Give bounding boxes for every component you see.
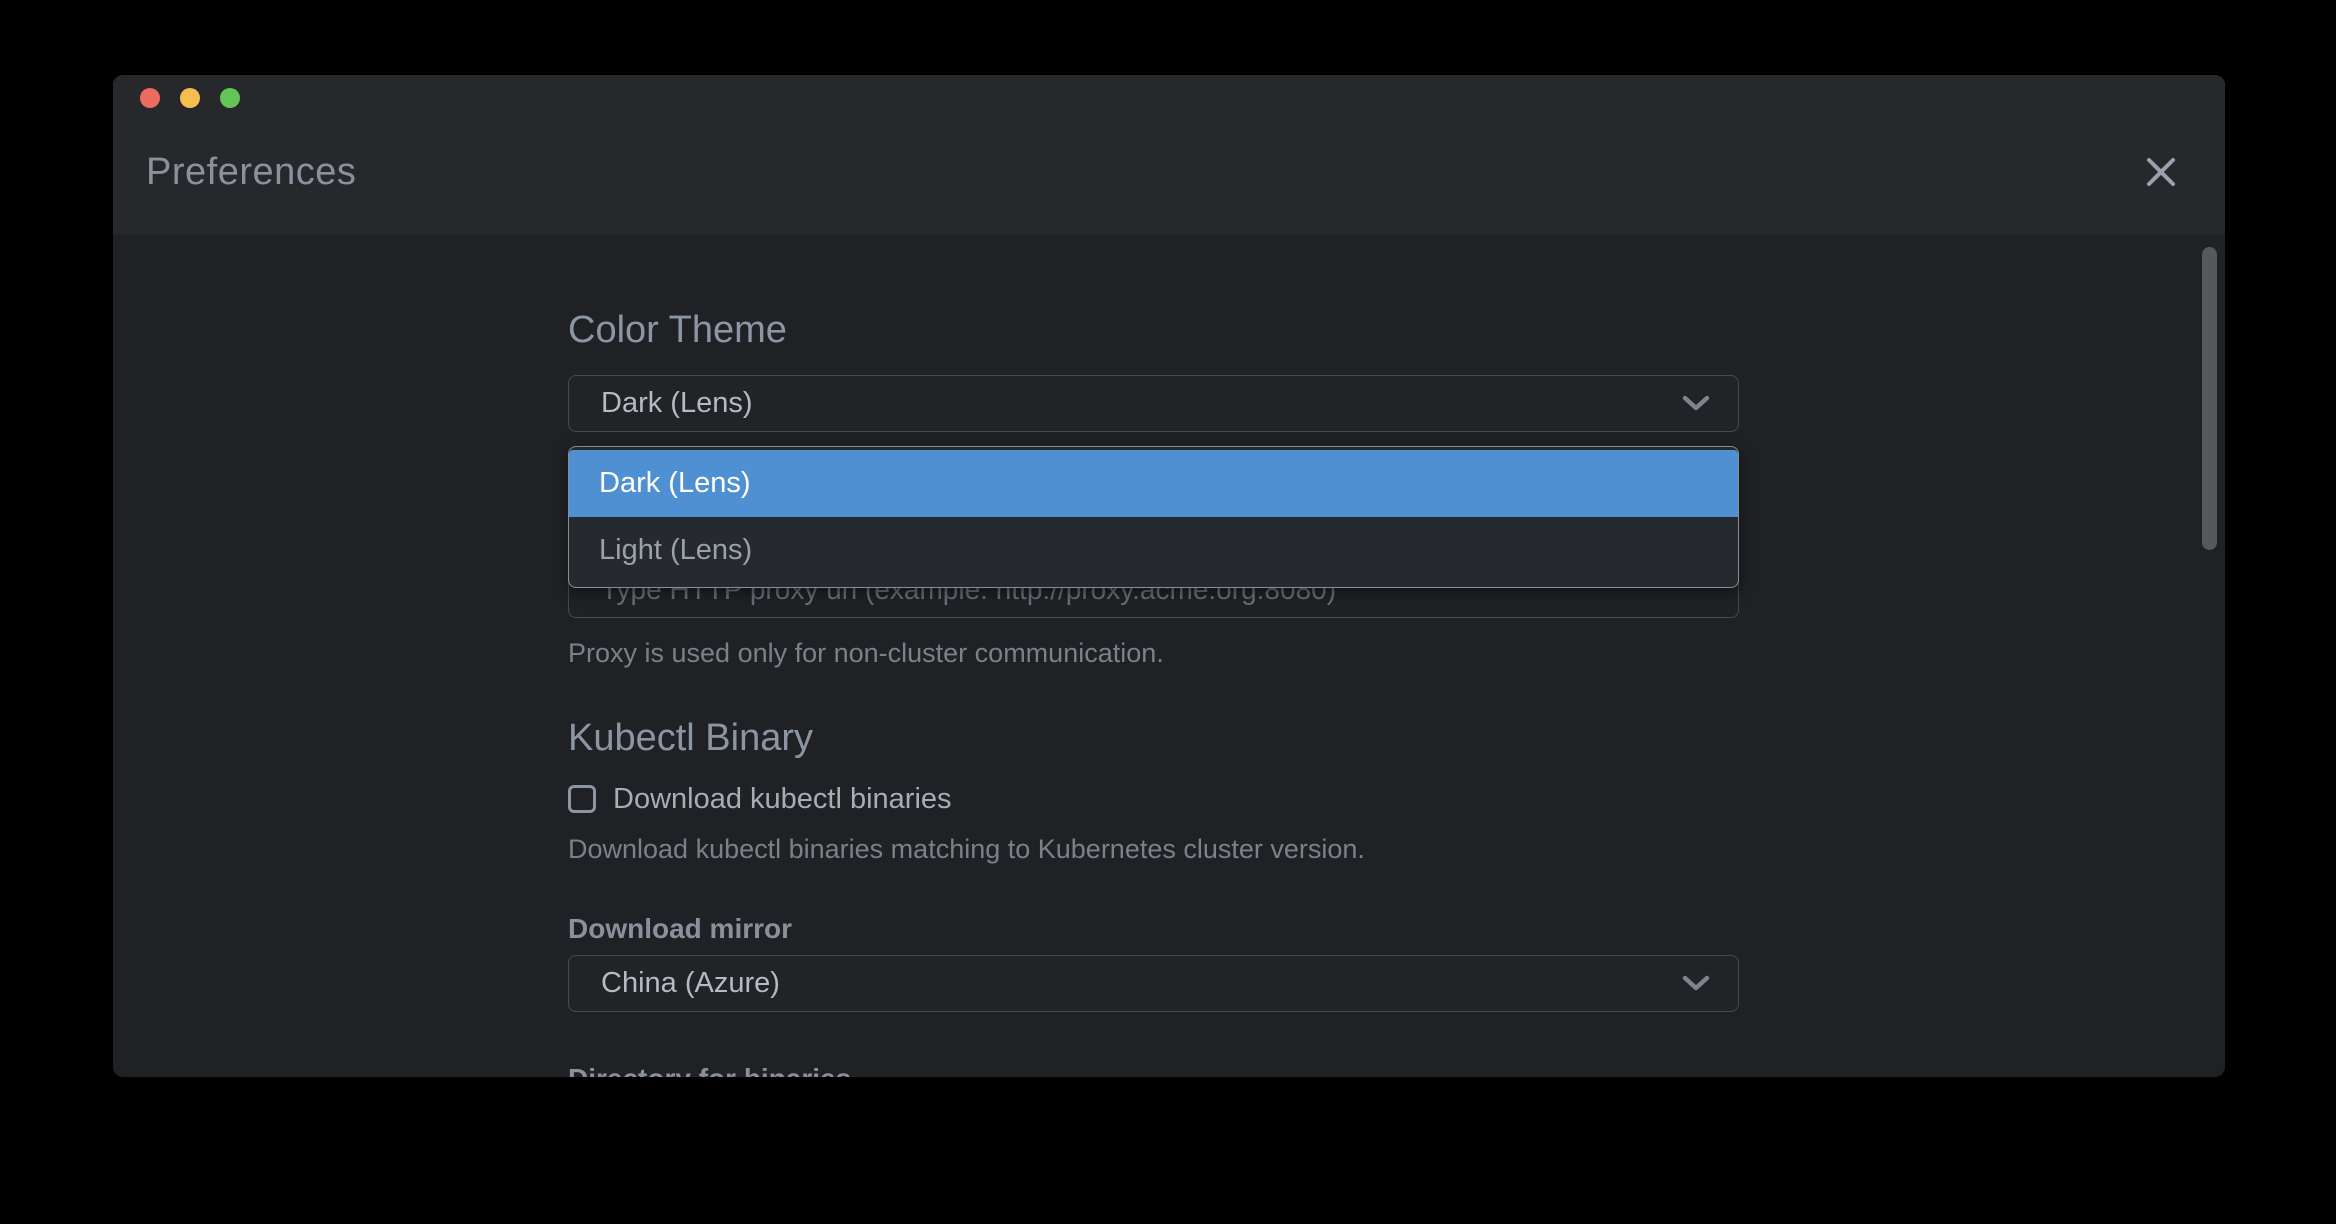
color-theme-dropdown: Dark (Lens) Light (Lens) <box>568 446 1739 588</box>
close-button[interactable] <box>2141 152 2181 192</box>
download-kubectl-checkbox-label: Download kubectl binaries <box>613 783 952 816</box>
close-icon <box>2141 152 2181 192</box>
download-kubectl-checkbox[interactable] <box>568 785 596 813</box>
download-kubectl-checkbox-row[interactable]: Download kubectl binaries <box>568 783 1739 815</box>
color-theme-heading: Color Theme <box>568 305 1739 355</box>
download-mirror-select-value: China (Azure) <box>601 967 1682 1000</box>
color-theme-select[interactable]: Dark (Lens) <box>568 375 1739 432</box>
color-theme-select-value: Dark (Lens) <box>601 387 1682 420</box>
chevron-down-icon <box>1682 975 1710 992</box>
scrollbar-thumb[interactable] <box>2202 247 2217 550</box>
page-title: Preferences <box>146 149 356 195</box>
kubectl-binary-heading: Kubectl Binary <box>568 713 1739 763</box>
chevron-down-icon <box>1682 395 1710 412</box>
preferences-window: Preferences Color Theme Dark (Lens) Dark… <box>113 75 2225 1077</box>
macos-maximize-button[interactable] <box>220 88 240 108</box>
directory-for-binaries-label: Directory for binaries <box>568 1063 1739 1077</box>
dropdown-option-dark-lens[interactable]: Dark (Lens) <box>569 450 1738 517</box>
kubectl-helper-text: Download kubectl binaries matching to Ku… <box>568 833 1739 865</box>
proxy-helper-text: Proxy is used only for non-cluster commu… <box>568 637 1739 669</box>
macos-minimize-button[interactable] <box>180 88 200 108</box>
download-mirror-select[interactable]: China (Azure) <box>568 955 1739 1012</box>
dropdown-option-light-lens[interactable]: Light (Lens) <box>569 517 1738 584</box>
macos-close-button[interactable] <box>140 88 160 108</box>
titlebar: Preferences <box>113 75 2225 235</box>
traffic-lights <box>140 88 240 108</box>
download-mirror-label: Download mirror <box>568 913 1739 945</box>
